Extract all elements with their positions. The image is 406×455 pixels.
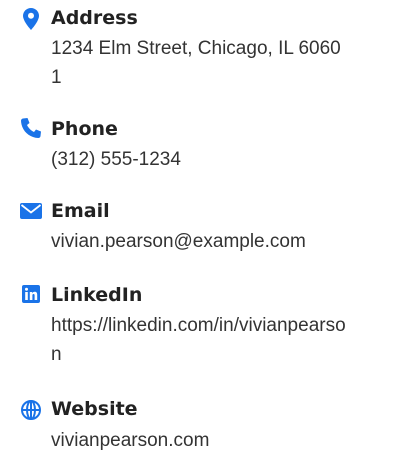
map-marker-icon bbox=[20, 8, 42, 30]
email-label: Email bbox=[51, 200, 110, 222]
address-value: 1234 Elm Street, Chicago, IL 60601 bbox=[51, 38, 341, 88]
email-value[interactable]: vivian.pearson@example.com bbox=[51, 227, 351, 256]
phone-label: Phone bbox=[51, 118, 118, 140]
envelope-icon bbox=[20, 200, 42, 222]
linkedin-icon bbox=[20, 283, 42, 305]
website-label: Website bbox=[51, 398, 138, 420]
linkedin-label: LinkedIn bbox=[51, 284, 143, 306]
phone-value[interactable]: (312) 555-1234 bbox=[51, 145, 351, 174]
linkedin-value[interactable]: https://linkedin.com/in/vivianpearson bbox=[51, 311, 351, 369]
phone-icon bbox=[20, 117, 42, 139]
address-label: Address bbox=[51, 7, 138, 29]
globe-icon bbox=[20, 399, 42, 421]
